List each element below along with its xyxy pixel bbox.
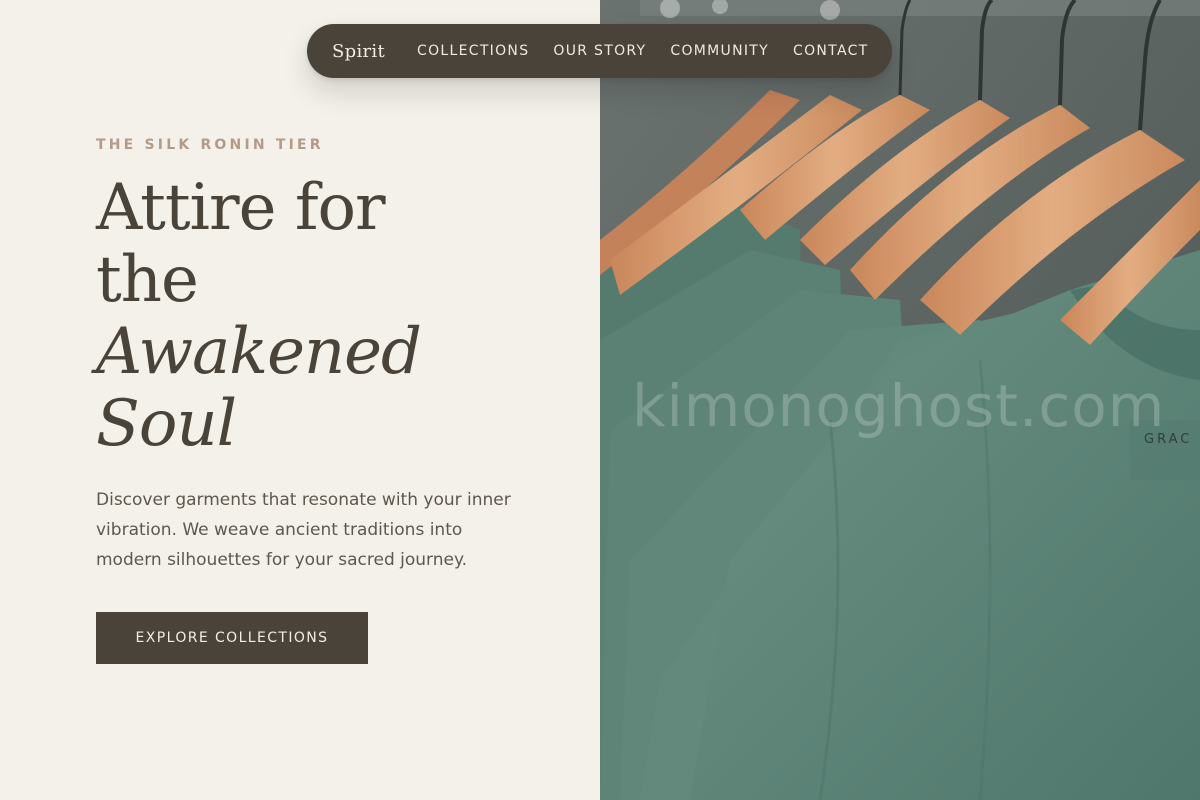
hero-eyebrow: THE SILK RONIN TIER <box>96 137 324 153</box>
top-nav-bar: Spirit COLLECTIONS OUR STORY COMMUNITY C… <box>307 24 892 78</box>
brand-logo[interactable]: Spirit <box>332 41 385 62</box>
hero-headline: Attire for the Awakened Soul <box>96 172 516 460</box>
headline-line-3: Awakened <box>96 315 422 389</box>
nav-link-our-story[interactable]: OUR STORY <box>553 43 646 59</box>
headline-line-4: Soul <box>96 387 237 461</box>
nav-link-collections[interactable]: COLLECTIONS <box>417 43 529 59</box>
watermark: kimonoghost.com <box>632 372 1166 440</box>
explore-collections-button[interactable]: EXPLORE COLLECTIONS <box>96 612 368 664</box>
hero-description: Discover garments that resonate with you… <box>96 490 511 570</box>
headline-line-1: Attire for <box>96 171 386 245</box>
nav-link-community[interactable]: COMMUNITY <box>670 43 769 59</box>
nav-link-contact[interactable]: CONTACT <box>793 43 869 59</box>
headline-line-2: the <box>96 243 199 317</box>
